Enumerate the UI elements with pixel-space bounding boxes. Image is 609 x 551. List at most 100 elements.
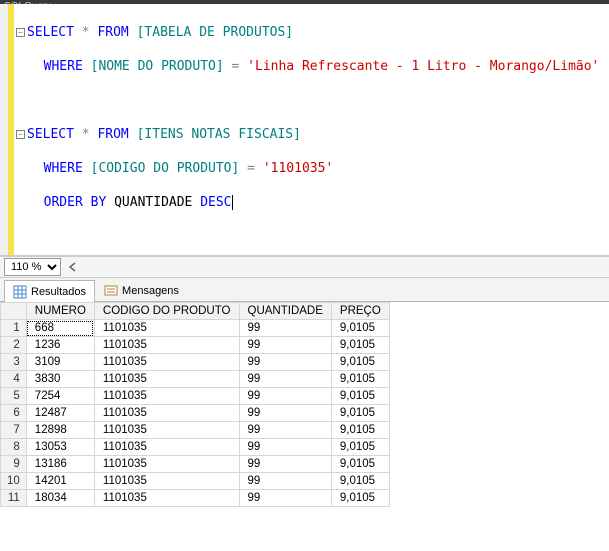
cell-qtd[interactable]: 99 <box>239 422 331 439</box>
row-number[interactable]: 11 <box>1 490 27 507</box>
results-table: NUMERO CODIGO DO PRODUTO QUANTIDADE PREÇ… <box>0 302 390 507</box>
cell-numero[interactable]: 14201 <box>26 473 94 490</box>
results-grid[interactable]: NUMERO CODIGO DO PRODUTO QUANTIDADE PREÇ… <box>0 302 609 551</box>
col-header-numero[interactable]: NUMERO <box>26 303 94 320</box>
outline-collapse-icon[interactable]: − <box>16 130 25 139</box>
cell-qtd[interactable]: 99 <box>239 490 331 507</box>
change-indicator <box>8 4 14 255</box>
sql-editor[interactable]: −SELECT * FROM [TABELA DE PRODUTOS] WHER… <box>0 4 609 256</box>
cell-preco[interactable]: 9,0105 <box>331 320 389 337</box>
editor-gutter <box>0 4 8 255</box>
tab-messages[interactable]: Mensagens <box>95 279 188 301</box>
cell-preco[interactable]: 9,0105 <box>331 337 389 354</box>
cell-qtd[interactable]: 99 <box>239 456 331 473</box>
cell-preco[interactable]: 9,0105 <box>331 439 389 456</box>
cell-codigo[interactable]: 1101035 <box>94 354 239 371</box>
outline-collapse-icon[interactable]: − <box>16 28 25 37</box>
row-number[interactable]: 10 <box>1 473 27 490</box>
row-number[interactable]: 2 <box>1 337 27 354</box>
str-linha-refrescante: 'Linha Refrescante - 1 Litro - Morango/L… <box>239 59 599 74</box>
collapse-left-icon[interactable] <box>67 261 79 273</box>
kw-desc: DESC <box>200 195 231 210</box>
cell-codigo[interactable]: 1101035 <box>94 388 239 405</box>
row-number[interactable]: 5 <box>1 388 27 405</box>
cell-qtd[interactable]: 99 <box>239 337 331 354</box>
kw-from: FROM <box>97 25 128 40</box>
cell-numero[interactable]: 7254 <box>26 388 94 405</box>
row-number[interactable]: 1 <box>1 320 27 337</box>
col-codigo-produto: [CODIGO DO PRODUTO] <box>83 161 247 176</box>
cell-codigo[interactable]: 1101035 <box>94 337 239 354</box>
messages-icon <box>104 284 118 298</box>
cell-numero[interactable]: 3109 <box>26 354 94 371</box>
cell-preco[interactable]: 9,0105 <box>331 490 389 507</box>
cell-qtd[interactable]: 99 <box>239 388 331 405</box>
cell-preco[interactable]: 9,0105 <box>331 473 389 490</box>
row-number[interactable]: 4 <box>1 371 27 388</box>
cell-qtd[interactable]: 99 <box>239 439 331 456</box>
code-area[interactable]: −SELECT * FROM [TABELA DE PRODUTOS] WHER… <box>16 4 599 255</box>
kw-where: WHERE <box>44 59 83 74</box>
cell-qtd[interactable]: 99 <box>239 405 331 422</box>
col-header-quantidade[interactable]: QUANTIDADE <box>239 303 331 320</box>
cell-preco[interactable]: 9,0105 <box>331 456 389 473</box>
table-row[interactable]: 6124871101035999,0105 <box>1 405 390 422</box>
tbl-itens-notas: [ITENS NOTAS FISCAIS] <box>129 127 301 142</box>
table-row[interactable]: 7128981101035999,0105 <box>1 422 390 439</box>
cell-qtd[interactable]: 99 <box>239 320 331 337</box>
cell-numero[interactable]: 12898 <box>26 422 94 439</box>
row-number[interactable]: 6 <box>1 405 27 422</box>
cell-qtd[interactable]: 99 <box>239 473 331 490</box>
col-header-preco[interactable]: PREÇO <box>331 303 389 320</box>
zoom-bar: 110 % <box>0 256 609 278</box>
cell-preco[interactable]: 9,0105 <box>331 371 389 388</box>
table-row[interactable]: 10142011101035999,0105 <box>1 473 390 490</box>
table-row[interactable]: 438301101035999,0105 <box>1 371 390 388</box>
row-number[interactable]: 8 <box>1 439 27 456</box>
cell-numero[interactable]: 13186 <box>26 456 94 473</box>
cell-codigo[interactable]: 1101035 <box>94 456 239 473</box>
col-nome-produto: [NOME DO PRODUTO] <box>83 59 232 74</box>
cell-numero[interactable]: 13053 <box>26 439 94 456</box>
cell-codigo[interactable]: 1101035 <box>94 371 239 388</box>
row-number[interactable]: 7 <box>1 422 27 439</box>
cell-qtd[interactable]: 99 <box>239 371 331 388</box>
zoom-select[interactable]: 110 % <box>4 258 61 276</box>
cell-preco[interactable]: 9,0105 <box>331 354 389 371</box>
table-row[interactable]: 11180341101035999,0105 <box>1 490 390 507</box>
cell-numero[interactable]: 3830 <box>26 371 94 388</box>
grid-corner <box>1 303 27 320</box>
cell-preco[interactable]: 9,0105 <box>331 422 389 439</box>
cell-codigo[interactable]: 1101035 <box>94 405 239 422</box>
cell-codigo[interactable]: 1101035 <box>94 473 239 490</box>
table-row[interactable]: 8130531101035999,0105 <box>1 439 390 456</box>
cell-numero[interactable]: 12487 <box>26 405 94 422</box>
cell-numero[interactable]: 668 <box>26 320 94 337</box>
row-number[interactable]: 9 <box>1 456 27 473</box>
cell-codigo[interactable]: 1101035 <box>94 422 239 439</box>
col-header-codigo[interactable]: CODIGO DO PRODUTO <box>94 303 239 320</box>
cell-numero[interactable]: 18034 <box>26 490 94 507</box>
table-row[interactable]: 9131861101035999,0105 <box>1 456 390 473</box>
cell-qtd[interactable]: 99 <box>239 354 331 371</box>
tbl-produtos: [TABELA DE PRODUTOS] <box>129 25 293 40</box>
star: * <box>74 25 97 40</box>
table-row[interactable]: 16681101035999,0105 <box>1 320 390 337</box>
cell-preco[interactable]: 9,0105 <box>331 405 389 422</box>
tab-messages-label: Mensagens <box>122 285 179 297</box>
table-row[interactable]: 331091101035999,0105 <box>1 354 390 371</box>
row-number[interactable]: 3 <box>1 354 27 371</box>
table-row[interactable]: 572541101035999,0105 <box>1 388 390 405</box>
kw-order-by: ORDER BY <box>44 195 107 210</box>
cell-codigo[interactable]: 1101035 <box>94 439 239 456</box>
kw-from: FROM <box>97 127 128 142</box>
kw-where: WHERE <box>44 161 83 176</box>
cell-numero[interactable]: 1236 <box>26 337 94 354</box>
cell-preco[interactable]: 9,0105 <box>331 388 389 405</box>
cell-codigo[interactable]: 1101035 <box>94 320 239 337</box>
table-row[interactable]: 212361101035999,0105 <box>1 337 390 354</box>
cell-codigo[interactable]: 1101035 <box>94 490 239 507</box>
kw-select: SELECT <box>27 25 74 40</box>
tab-results[interactable]: Resultados <box>4 280 95 302</box>
grid-icon <box>13 285 27 299</box>
